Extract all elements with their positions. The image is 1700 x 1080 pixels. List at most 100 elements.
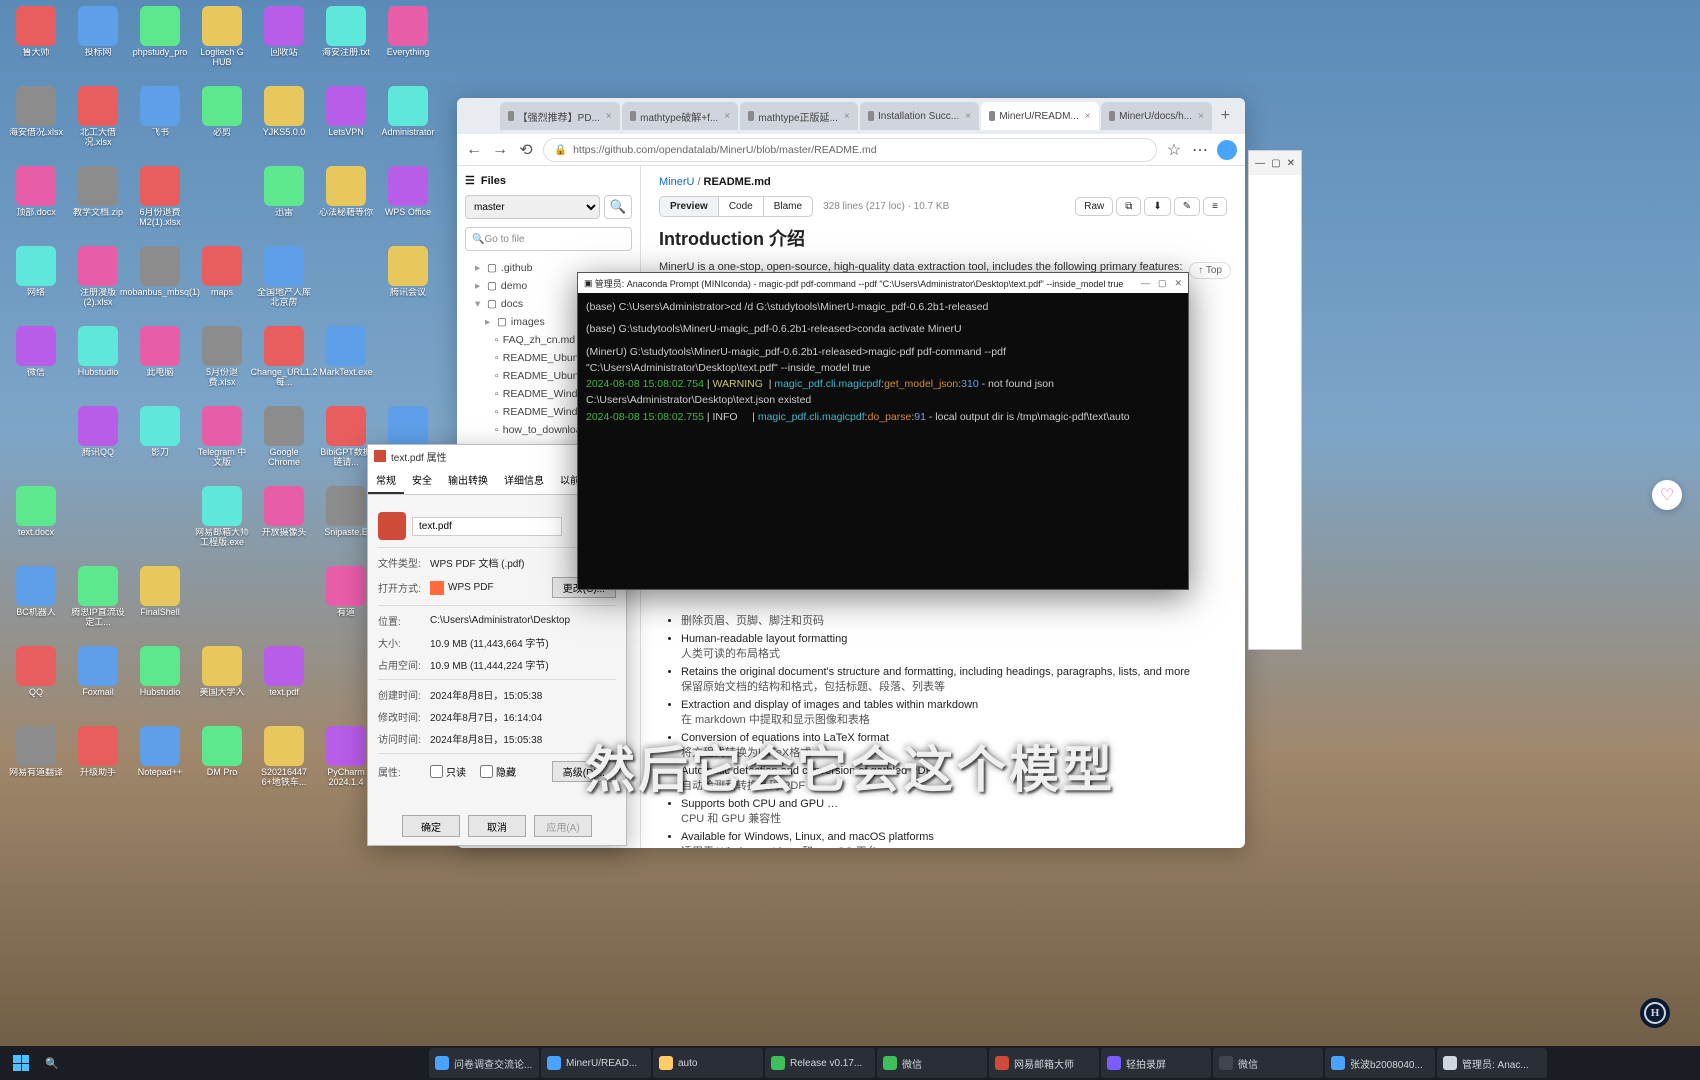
ok-button[interactable]: 确定 [402, 815, 460, 837]
desktop-icon[interactable]: Logitech G HUB [194, 6, 250, 84]
desktop-icon[interactable]: S20216447 6+地铁车... [256, 726, 312, 804]
desktop-icon[interactable]: 美国大学入 [194, 646, 250, 724]
desktop-icon[interactable]: Snipaste.E [318, 486, 374, 564]
taskbar-app[interactable]: 网易邮箱大师 [989, 1048, 1099, 1078]
start-button[interactable] [6, 1048, 36, 1078]
tab-output[interactable]: 输出转换 [440, 467, 496, 494]
terminal-content[interactable]: (base) C:\Users\Administrator>cd /d G:\s… [578, 293, 1188, 431]
desktop-icon[interactable]: 升级助手 [70, 726, 126, 804]
desktop-icon[interactable]: 网易邮箱大师工程版.exe [194, 486, 250, 564]
top-link[interactable]: ↑ Top [1189, 262, 1231, 279]
browser-tab[interactable]: mathtype正版延...× [740, 102, 858, 130]
branch-select[interactable]: master [465, 195, 600, 219]
desktop-icon[interactable]: 心法秘籍等你 [318, 166, 374, 244]
tab-security[interactable]: 安全 [404, 467, 440, 494]
blame-tab[interactable]: Blame [764, 197, 812, 216]
tab-details[interactable]: 详细信息 [496, 467, 552, 494]
desktop-icon[interactable]: MarkText.exe [318, 326, 374, 404]
desktop-icon[interactable]: 开放摄像头 [256, 486, 312, 564]
desktop-icon[interactable]: text.pdf [256, 646, 312, 724]
taskbar-app[interactable]: 微信 [877, 1048, 987, 1078]
desktop-icon[interactable]: 飞书 [132, 86, 188, 164]
desktop-icon[interactable]: LetsVPN [318, 86, 374, 164]
desktop-icon[interactable]: Notepad++ [132, 726, 188, 804]
desktop-icon[interactable]: Everything [380, 6, 436, 84]
preview-tab[interactable]: Preview [660, 197, 719, 216]
desktop-icon[interactable]: 有道 [318, 566, 374, 644]
close-tab-icon[interactable]: × [1085, 111, 1091, 122]
desktop-icon[interactable]: 网易有道翻译 [8, 726, 64, 804]
close-icon[interactable]: ✕ [1174, 278, 1182, 289]
menu-icon[interactable]: ⋯ [1191, 141, 1209, 159]
profile-icon[interactable] [1217, 140, 1237, 160]
desktop-icon[interactable]: 回收站 [256, 6, 312, 84]
desktop-icon[interactable]: QQ [8, 646, 64, 724]
desktop-icon[interactable]: 鲁大师 [8, 6, 64, 84]
close-tab-icon[interactable]: × [724, 111, 730, 122]
crumb-root[interactable]: MinerU [659, 176, 694, 188]
taskbar-app[interactable]: 问卷调查交流论... [429, 1048, 539, 1078]
apply-button[interactable]: 应用(A) [534, 815, 592, 837]
desktop-icon[interactable]: 顶部.docx [8, 166, 64, 244]
desktop-icon[interactable]: Administrator [380, 86, 436, 164]
taskbar-app[interactable]: 张波b2008040... [1325, 1048, 1435, 1078]
desktop-icon[interactable]: 微信 [8, 326, 64, 404]
desktop-icon[interactable]: 注册漫版(2).xlsx [70, 246, 126, 324]
taskbar-app[interactable]: MinerU/READ... [541, 1048, 651, 1078]
desktop-icon[interactable]: text.docx [8, 486, 64, 564]
raw-button[interactable]: Raw [1075, 197, 1113, 216]
maximize-icon[interactable]: ▢ [1158, 278, 1167, 289]
browser-tab[interactable]: MinerU/docs/h...× [1101, 102, 1212, 130]
desktop-icon[interactable]: Hubstudio [132, 646, 188, 724]
desktop-icon[interactable]: YJKS5.0.0 [256, 86, 312, 164]
desktop-icon[interactable]: DM Pro [194, 726, 250, 804]
desktop-icon[interactable]: Foxmail [70, 646, 126, 724]
desktop-icon[interactable]: BC机器人 [8, 566, 64, 644]
desktop-icon[interactable]: Change_URL1.2每... [256, 326, 312, 404]
close-tab-icon[interactable]: × [606, 111, 612, 122]
code-tab[interactable]: Code [719, 197, 764, 216]
desktop-icon[interactable]: 北工大借况.xlsx [70, 86, 126, 164]
new-tab-button[interactable]: + [1214, 107, 1237, 125]
close-tab-icon[interactable]: × [844, 111, 850, 122]
desktop-icon[interactable]: 迅雷 [256, 166, 312, 244]
desktop-icon[interactable]: 6月份退费M2(1).xlsx [132, 166, 188, 244]
hidden-checkbox[interactable] [480, 765, 493, 778]
desktop-icon[interactable]: 教学文档.zip [70, 166, 126, 244]
hamburger-icon[interactable]: ☰ [465, 174, 475, 187]
desktop-icon[interactable]: 网络 [8, 246, 64, 324]
desktop-icon[interactable]: WPS Office [380, 166, 436, 244]
filename-input[interactable]: text.pdf [412, 517, 562, 536]
desktop-icon[interactable]: FinalShell [132, 566, 188, 644]
maximize-icon[interactable]: ▢ [1271, 158, 1280, 169]
taskbar-app[interactable]: 微信 [1213, 1048, 1323, 1078]
desktop-icon[interactable]: 投标网 [70, 6, 126, 84]
desktop-icon[interactable]: 影刀 [132, 406, 188, 484]
browser-tab[interactable]: mathtype破解+f...× [622, 102, 738, 130]
back-icon[interactable]: ← [465, 141, 483, 159]
star-icon[interactable]: ☆ [1165, 141, 1183, 159]
browser-tab[interactable]: Installation Succ...× [860, 102, 979, 130]
close-icon[interactable]: ✕ [1287, 158, 1295, 169]
desktop-icon[interactable]: 腾思IP直流设定工... [70, 566, 126, 644]
desktop-icon[interactable]: BibiGPT数据链请... [318, 406, 374, 484]
go-to-file-input[interactable]: 🔍 Go to file [465, 227, 632, 251]
browser-tab[interactable]: 【强烈推荐】PD...× [500, 102, 620, 130]
desktop-icon[interactable]: Hubstudio [70, 326, 126, 404]
download-button[interactable]: ⬇ [1144, 197, 1170, 216]
floating-circle-icon[interactable]: H [1640, 998, 1670, 1028]
floating-widget[interactable]: ♡ [1652, 480, 1682, 510]
tab-general[interactable]: 常规 [368, 467, 404, 494]
desktop-icon[interactable]: 腾讯QQ [70, 406, 126, 484]
minimize-icon[interactable]: — [1141, 278, 1150, 289]
readonly-checkbox[interactable] [430, 765, 443, 778]
taskbar-app[interactable]: auto [653, 1048, 763, 1078]
taskbar-app[interactable]: Release v0.17... [765, 1048, 875, 1078]
taskbar-app[interactable]: 管理员: Anac... [1437, 1048, 1547, 1078]
desktop-icon[interactable]: maps [194, 246, 250, 324]
desktop-icon[interactable]: phpstudy_pro [132, 6, 188, 84]
desktop-icon[interactable]: Telegram 中文版 [194, 406, 250, 484]
desktop-icon[interactable]: 全国地产人库 北京房 [256, 246, 312, 324]
desktop-icon[interactable]: 此电脑 [132, 326, 188, 404]
edit-button[interactable]: ✎ [1174, 197, 1200, 216]
